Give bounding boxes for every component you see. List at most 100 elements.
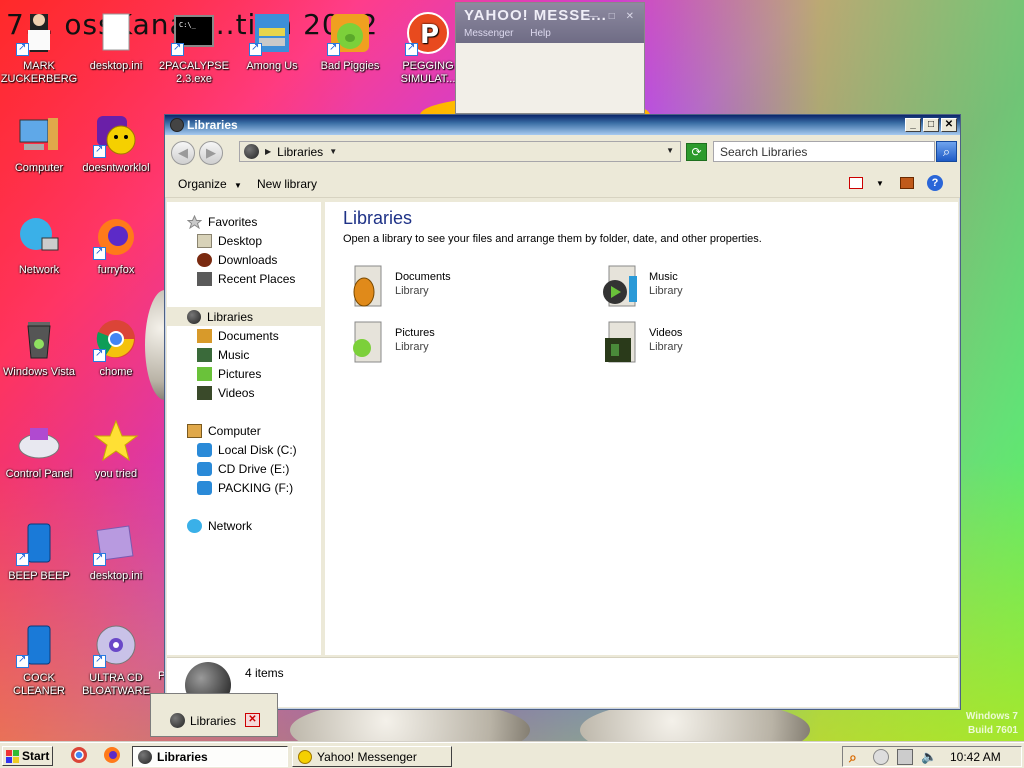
refresh-button[interactable]: ⟳ xyxy=(686,143,707,161)
desktop-icon-you-tried[interactable]: you tried xyxy=(77,418,155,481)
firefox-icon xyxy=(93,214,139,260)
person-figure-icon xyxy=(16,10,62,56)
thumbnail-close-button[interactable]: ✕ xyxy=(245,713,260,727)
videos-icon xyxy=(197,385,212,400)
windows-watermark: Windows 7 Build 7601 xyxy=(966,710,1018,738)
desktop-icon-among-us[interactable]: Among Us xyxy=(233,10,311,73)
taskbar-button-libraries[interactable]: Libraries xyxy=(132,746,288,767)
desktop-icon-label: 2PACALYPSE 2.3.exe xyxy=(159,60,229,85)
document-icon xyxy=(93,10,139,56)
navigation-pane[interactable]: Favorites Desktop Downloads Recent Place… xyxy=(167,202,325,655)
library-type: Library xyxy=(395,341,429,353)
libraries-icon xyxy=(138,750,152,764)
desktop-icon-bad-piggies[interactable]: Bad Piggies xyxy=(311,10,389,73)
thumbnail-label: Libraries xyxy=(190,714,237,728)
view-options-icon[interactable] xyxy=(849,177,863,189)
breadcrumb-chevron-icon[interactable]: ▶ xyxy=(265,147,271,156)
nav-downloads[interactable]: Downloads xyxy=(197,250,277,269)
network-tray-icon[interactable] xyxy=(897,749,913,765)
explorer-window[interactable]: Libraries _ □ ✕ ◀ ▶ ▶ Libraries ▼ ▼ ⟳ Se… xyxy=(164,114,961,710)
explorer-titlebar[interactable]: Libraries _ □ ✕ xyxy=(165,115,960,135)
content-heading: Libraries xyxy=(343,208,413,228)
nav-pictures[interactable]: Pictures xyxy=(197,364,261,383)
desktop-icon-2pacalypse[interactable]: C:\_ 2PACALYPSE 2.3.exe xyxy=(155,10,233,86)
back-button[interactable]: ◀ xyxy=(171,141,195,165)
close-button[interactable]: ✕ xyxy=(941,118,957,132)
action-center-icon[interactable] xyxy=(873,749,889,765)
desktop-icon-doesntworklol[interactable]: doesntworklol xyxy=(77,112,155,175)
nav-cd-drive[interactable]: CD Drive (E:) xyxy=(197,459,289,478)
chrome-quicklaunch-icon[interactable] xyxy=(70,746,88,764)
nav-recent-places[interactable]: Recent Places xyxy=(197,269,295,288)
new-library-button[interactable]: New library xyxy=(257,177,317,191)
libraries-icon xyxy=(244,144,259,159)
library-tile-music[interactable]: Music Library xyxy=(601,264,821,314)
desktop-icon-label: you tried xyxy=(94,468,138,480)
address-box[interactable]: ▶ Libraries ▼ ▼ xyxy=(239,141,681,162)
preview-pane-icon[interactable] xyxy=(900,177,914,189)
library-tile-videos[interactable]: Videos Library xyxy=(601,320,821,370)
desktop-icon-chome[interactable]: chome xyxy=(77,316,155,379)
breadcrumb-dropdown-icon[interactable]: ▼ xyxy=(329,147,337,156)
desktop-icon-computer[interactable]: Computer xyxy=(0,112,78,175)
library-type: Library xyxy=(395,285,429,297)
desktop-icon-mark-zuckerberg[interactable]: MARK ZUCKERBERG xyxy=(0,10,78,86)
organize-button[interactable]: Organize ▼ xyxy=(178,177,242,191)
nav-packing-drive[interactable]: PACKING (F:) xyxy=(197,478,293,497)
clock[interactable]: 10:42 AM xyxy=(950,750,1001,764)
desktop-icon-control-panel[interactable]: Control Panel xyxy=(0,418,78,481)
nav-computer[interactable]: Computer xyxy=(187,421,261,440)
firefox-quicklaunch-icon[interactable] xyxy=(103,746,121,764)
breadcrumb-libraries[interactable]: Libraries xyxy=(277,145,323,159)
taskbar-thumbnail-popup[interactable]: Libraries ✕ xyxy=(150,693,278,737)
nav-label: Music xyxy=(218,347,250,362)
favorites-star-icon xyxy=(187,214,202,229)
search-icon: ⌕ xyxy=(942,144,951,159)
desktop-icon-ultra-cd-bloatware[interactable]: ULTRA CD BLOATWARE xyxy=(77,622,155,698)
desktop-icon-windows-vista[interactable]: Windows Vista xyxy=(0,316,78,379)
nav-desktop[interactable]: Desktop xyxy=(197,231,262,250)
nav-favorites[interactable]: Favorites xyxy=(187,212,257,231)
yahoo-menu-messenger[interactable]: Messenger xyxy=(464,28,513,39)
library-tile-documents[interactable]: Documents Library xyxy=(347,264,567,314)
start-button[interactable]: Start xyxy=(2,746,53,766)
desktop-icon-desktop-ini[interactable]: desktop.ini xyxy=(77,10,155,73)
library-name: Music xyxy=(649,271,678,283)
desktop-icon-cock-cleaner[interactable]: COCK CLEANER xyxy=(0,622,78,698)
nav-libraries[interactable]: Libraries xyxy=(167,307,325,326)
desktop-icon-beep-beep[interactable]: BEEP BEEP xyxy=(0,520,78,583)
nav-local-disk[interactable]: Local Disk (C:) xyxy=(197,440,297,459)
libraries-icon xyxy=(170,118,184,132)
yahoo-window-buttons[interactable]: — □ ✕ xyxy=(588,11,638,22)
maximize-button[interactable]: □ xyxy=(923,118,939,132)
yahoo-titlebar[interactable]: YAHOO! MESSE... Messenger Help — □ ✕ xyxy=(456,3,644,43)
search-tray-icon[interactable]: ⌕ xyxy=(849,749,865,765)
nav-music[interactable]: Music xyxy=(197,345,249,364)
library-tile-pictures[interactable]: Pictures Library xyxy=(347,320,567,370)
desktop-icon-label: desktop.ini xyxy=(89,570,143,582)
minimize-button[interactable]: _ xyxy=(905,118,921,132)
nav-label: Downloads xyxy=(218,252,278,267)
content-pane[interactable]: Libraries Open a library to see your fil… xyxy=(325,202,958,655)
nav-documents[interactable]: Documents xyxy=(197,326,279,345)
desktop-icon-label: BEEP BEEP xyxy=(8,570,70,582)
nav-videos[interactable]: Videos xyxy=(197,383,254,402)
desktop-icon-network[interactable]: Network xyxy=(0,214,78,277)
desktop-icon-furryfox[interactable]: furryfox xyxy=(77,214,155,277)
yahoo-menu-help[interactable]: Help xyxy=(530,28,551,39)
show-desktop-icon[interactable] xyxy=(1003,749,1017,765)
search-input[interactable]: Search Libraries xyxy=(713,141,935,162)
library-name: Documents xyxy=(395,271,451,283)
view-dropdown-icon[interactable]: ▼ xyxy=(876,179,884,188)
help-icon[interactable]: ? xyxy=(927,175,943,191)
taskbar-button-yahoo-messenger[interactable]: Yahoo! Messenger xyxy=(292,746,452,767)
forward-button[interactable]: ▶ xyxy=(199,141,223,165)
desktop-icon-desktop-ini-2[interactable]: desktop.ini xyxy=(77,520,155,583)
search-button[interactable]: ⌕ xyxy=(936,141,957,162)
nav-network[interactable]: Network xyxy=(187,516,252,535)
library-type: Library xyxy=(649,341,683,353)
volume-icon[interactable]: 🔈 xyxy=(921,749,937,765)
content-subheading: Open a library to see your files and arr… xyxy=(343,233,762,245)
yahoo-messenger-window[interactable]: YAHOO! MESSE... Messenger Help — □ ✕ xyxy=(455,2,645,114)
address-history-dropdown-icon[interactable]: ▼ xyxy=(666,146,674,155)
